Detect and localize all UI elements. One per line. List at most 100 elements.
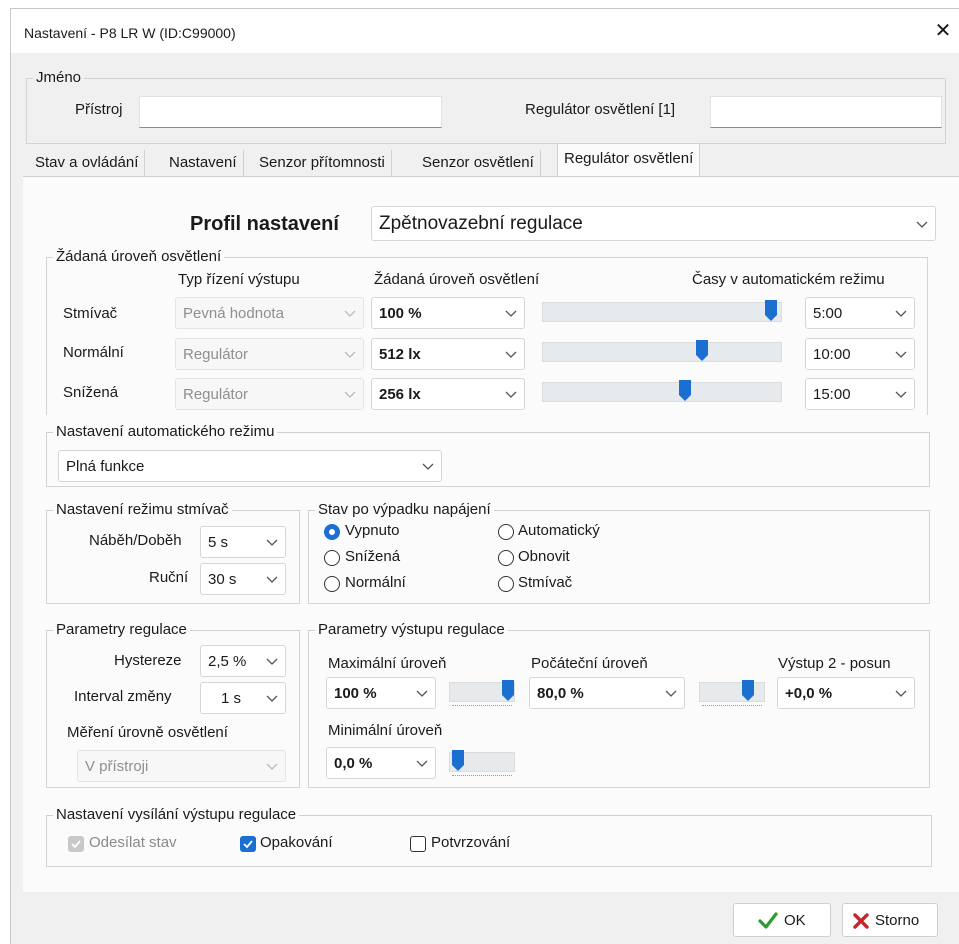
- slider-thumb[interactable]: [679, 380, 691, 402]
- radio-button[interactable]: [324, 550, 340, 566]
- hysteresis-label: Hystereze: [114, 652, 182, 669]
- col-auto-times: Časy v automatickém režimu: [692, 271, 885, 288]
- level-select-dimmer[interactable]: 100 %: [371, 297, 525, 329]
- level-value: 512 lx: [379, 346, 421, 363]
- min-level-select[interactable]: 0,0 %: [326, 747, 436, 779]
- checkbox[interactable]: [410, 836, 426, 852]
- row-label-normal: Normální: [63, 344, 124, 361]
- radio-button[interactable]: [498, 524, 514, 540]
- tab-status-control[interactable]: Stav a ovládání: [29, 150, 146, 176]
- auto-mode-select[interactable]: Plná funkce: [58, 450, 442, 482]
- slider-thumb[interactable]: [452, 750, 464, 772]
- chevron-down-icon: [266, 760, 278, 772]
- radio-label: Stmívač: [518, 574, 573, 591]
- slider-thumb[interactable]: [696, 340, 708, 362]
- chevron-down-icon: [266, 573, 278, 585]
- time-select-dimmer[interactable]: 5:00: [805, 297, 915, 329]
- output-type-select-dimmer[interactable]: Pevná hodnota: [175, 297, 364, 329]
- chevron-down-icon: [895, 307, 907, 319]
- output-type-value: Regulátor: [183, 386, 249, 403]
- max-level-label: Maximální úroveň: [328, 655, 447, 672]
- radio-button[interactable]: [498, 576, 514, 592]
- ok-button[interactable]: OK: [733, 903, 831, 937]
- chevron-down-icon: [344, 348, 356, 360]
- max-level-slider[interactable]: [449, 680, 515, 702]
- checkbox[interactable]: [240, 836, 256, 852]
- output2-offset-select[interactable]: +0,0 %: [777, 677, 915, 709]
- checkbox-label: Opakování: [260, 834, 333, 851]
- hysteresis-value: 2,5 %: [208, 653, 247, 670]
- close-icon[interactable]: ✕: [931, 19, 955, 43]
- time-value: 5:00: [813, 305, 843, 322]
- max-level-value: 100 %: [334, 685, 377, 702]
- checkbox-label: Odesílat stav: [89, 834, 177, 851]
- profile-select[interactable]: Zpětnovazební regulace: [371, 206, 936, 241]
- chevron-down-icon: [266, 536, 278, 548]
- initial-level-select[interactable]: 80,0 %: [529, 677, 685, 709]
- profile-value: Zpětnovazební regulace: [379, 213, 583, 234]
- levels-group-legend: Žádaná úroveň osvětlení: [53, 248, 225, 265]
- level-slider-normal[interactable]: [542, 340, 782, 362]
- level-slider-reduced[interactable]: [542, 380, 782, 402]
- chevron-down-icon: [422, 460, 434, 472]
- col-requested-level: Žádaná úroveň osvětlení: [374, 271, 540, 288]
- min-level-label: Minimální úroveň: [328, 722, 443, 739]
- radio-label: Vypnuto: [345, 522, 400, 539]
- max-level-select[interactable]: 100 %: [326, 677, 436, 709]
- tab-settings[interactable]: Nastavení: [163, 150, 244, 176]
- ramp-label: Náběh/Doběh: [89, 532, 182, 549]
- radio-button[interactable]: [324, 524, 340, 540]
- device-name-input[interactable]: [139, 96, 442, 128]
- window-title: Nastavení - P8 LR W (ID:C99000): [24, 25, 236, 41]
- radio-button[interactable]: [498, 550, 514, 566]
- max-level-ticks: [452, 702, 512, 706]
- time-select-reduced[interactable]: 15:00: [805, 378, 915, 410]
- checkbox[interactable]: [68, 836, 84, 852]
- chevron-down-icon: [665, 687, 677, 699]
- interval-select[interactable]: 1 s: [200, 682, 286, 714]
- cross-icon: [853, 913, 869, 933]
- slider-thumb[interactable]: [742, 680, 754, 702]
- measure-value: V přístroji: [85, 758, 149, 775]
- output-type-select-normal[interactable]: Regulátor: [175, 338, 364, 370]
- initial-level-slider[interactable]: [699, 680, 765, 702]
- radio-label: Automatický: [518, 522, 600, 539]
- chevron-down-icon: [344, 388, 356, 400]
- output-type-select-reduced[interactable]: Regulátor: [175, 378, 364, 410]
- regulator-name-input[interactable]: [710, 96, 942, 128]
- output2-offset-value: +0,0 %: [785, 685, 833, 702]
- chevron-down-icon: [895, 388, 907, 400]
- auto-mode-legend: Nastavení automatického režimu: [53, 423, 278, 440]
- tab-light-sensor[interactable]: Senzor osvětlení: [416, 150, 541, 176]
- manual-select[interactable]: 30 s: [200, 563, 286, 595]
- name-group-legend: Jméno: [33, 69, 85, 86]
- slider-thumb[interactable]: [502, 680, 514, 702]
- level-select-reduced[interactable]: 256 lx: [371, 378, 525, 410]
- radio-button[interactable]: [324, 576, 340, 592]
- level-value: 100 %: [379, 305, 422, 322]
- ramp-select[interactable]: 5 s: [200, 526, 286, 558]
- radio-label: Snížená: [345, 548, 401, 565]
- slider-thumb[interactable]: [765, 300, 777, 322]
- hysteresis-select[interactable]: 2,5 %: [200, 645, 286, 677]
- chevron-down-icon: [505, 348, 517, 360]
- radio-label: Normální: [345, 574, 406, 591]
- chevron-down-icon: [505, 388, 517, 400]
- regulator-name-label: Regulátor osvětlení [1]: [525, 101, 676, 118]
- output-params-legend: Parametry výstupu regulace: [315, 621, 508, 638]
- reg-params-legend: Parametry regulace: [53, 621, 190, 638]
- tab-light-regulator[interactable]: Regulátor osvětlení: [557, 143, 701, 177]
- min-level-slider[interactable]: [449, 750, 515, 772]
- level-slider-dimmer[interactable]: [542, 300, 782, 322]
- time-select-normal[interactable]: 10:00: [805, 338, 915, 370]
- level-select-normal[interactable]: 512 lx: [371, 338, 525, 370]
- cancel-button[interactable]: Storno: [842, 903, 938, 937]
- measure-select[interactable]: V přístroji: [77, 750, 286, 782]
- row-label-dimmer: Stmívač: [63, 305, 118, 322]
- ok-label: OK: [784, 912, 806, 929]
- initial-level-value: 80,0 %: [537, 685, 584, 702]
- chevron-down-icon: [895, 687, 907, 699]
- profile-label: Profil nastavení: [190, 213, 339, 235]
- interval-label: Interval změny: [74, 688, 172, 705]
- tab-presence-sensor[interactable]: Senzor přítomnosti: [253, 150, 392, 176]
